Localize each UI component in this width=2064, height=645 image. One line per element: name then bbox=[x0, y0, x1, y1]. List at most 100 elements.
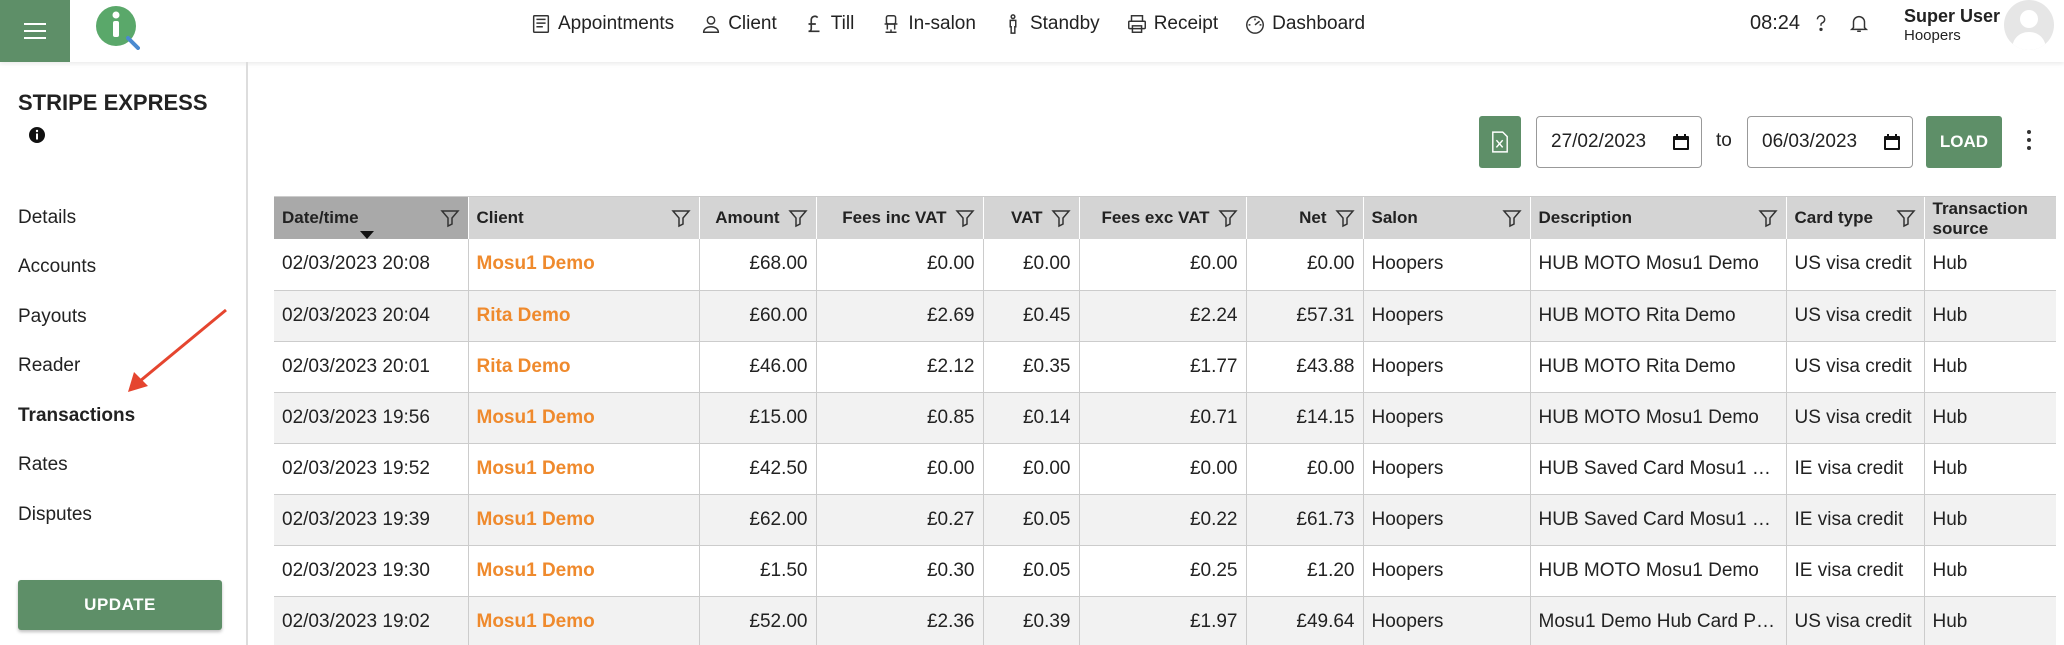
cell-card-type: US visa credit bbox=[1786, 596, 1925, 645]
cell-client[interactable]: Mosu1 Demo bbox=[468, 545, 700, 597]
filter-icon[interactable] bbox=[787, 208, 808, 228]
table-row[interactable]: 02/03/2023 19:02 Mosu1 Demo £52.00 £2.36 £0.… bbox=[274, 596, 2056, 645]
cell-amount: £42.50 bbox=[699, 443, 817, 495]
filter-icon[interactable] bbox=[954, 208, 975, 228]
info-icon[interactable] bbox=[28, 126, 46, 144]
cell-amount: £52.00 bbox=[699, 596, 817, 645]
cell-vat: £0.14 bbox=[983, 392, 1080, 444]
sidebar-item-disputes[interactable]: Disputes bbox=[18, 504, 92, 526]
nav-client[interactable]: Client bbox=[700, 13, 777, 35]
sidebar-item-details[interactable]: Details bbox=[18, 207, 76, 229]
app-logo bbox=[96, 6, 140, 50]
nav-in-salon[interactable]: In-salon bbox=[880, 13, 976, 35]
table-row[interactable]: 02/03/2023 19:39 Mosu1 Demo £62.00 £0.27 £0.… bbox=[274, 494, 2056, 546]
cell-net: £61.73 bbox=[1246, 494, 1364, 546]
cell-salon: Hoopers bbox=[1363, 290, 1531, 342]
nav-standby[interactable]: Standby bbox=[1002, 13, 1100, 35]
update-button[interactable]: UPDATE bbox=[18, 580, 222, 630]
cell-transaction-source: Hub bbox=[1924, 341, 2056, 393]
filter-icon[interactable] bbox=[1757, 208, 1778, 228]
cell-card-type: US visa credit bbox=[1786, 341, 1925, 393]
cell-card-type: IE visa credit bbox=[1786, 494, 1925, 546]
filter-icon[interactable] bbox=[1334, 208, 1355, 228]
column-header-amount[interactable]: Amount bbox=[699, 197, 817, 239]
header-label: Net bbox=[1299, 208, 1327, 227]
table-row[interactable]: 02/03/2023 20:08 Mosu1 Demo £68.00 £0.00 £0.… bbox=[274, 239, 2056, 291]
cell-transaction-source: Hub bbox=[1924, 596, 2056, 645]
cell-client[interactable]: Mosu1 Demo bbox=[468, 443, 700, 495]
sidebar-item-accounts[interactable]: Accounts bbox=[18, 256, 96, 278]
cell-fees-inc-vat: £0.00 bbox=[816, 239, 984, 291]
nav-receipt[interactable]: Receipt bbox=[1126, 13, 1218, 35]
load-button[interactable]: LOAD bbox=[1926, 116, 2002, 168]
nav-till[interactable]: Till bbox=[803, 13, 854, 35]
export-excel-button[interactable] bbox=[1479, 116, 1521, 168]
cell-client[interactable]: Rita Demo bbox=[468, 341, 700, 393]
cell-net: £57.31 bbox=[1246, 290, 1364, 342]
filter-icon[interactable] bbox=[670, 208, 691, 228]
menu-button[interactable] bbox=[0, 0, 70, 62]
cell-client[interactable]: Mosu1 Demo bbox=[468, 494, 700, 546]
filter-icon[interactable] bbox=[1895, 208, 1916, 228]
sidebar-item-rates[interactable]: Rates bbox=[18, 454, 68, 476]
table-row[interactable]: 02/03/2023 19:30 Mosu1 Demo £1.50 £0.30 £0.0… bbox=[274, 545, 2056, 597]
nav-appointments[interactable]: Appointments bbox=[530, 13, 674, 35]
cell-client[interactable]: Mosu1 Demo bbox=[468, 392, 700, 444]
column-header-transaction-source[interactable]: Transaction source bbox=[1924, 197, 2056, 239]
calendar-icon[interactable] bbox=[1882, 132, 1902, 152]
cell-client[interactable]: Rita Demo bbox=[468, 290, 700, 342]
cell-fees-exc-vat: £1.97 bbox=[1079, 596, 1247, 645]
column-header-salon[interactable]: Salon bbox=[1363, 197, 1531, 239]
table-row[interactable]: 02/03/2023 20:01 Rita Demo £46.00 £2.12 £0.3… bbox=[274, 341, 2056, 393]
standing-person-icon bbox=[1009, 14, 1017, 34]
column-header-client[interactable]: Client bbox=[468, 197, 700, 239]
cell-description: HUB Saved Card Mosu1 Demo bbox=[1530, 443, 1787, 495]
user-salon: Hoopers bbox=[1904, 27, 1961, 44]
column-header-datetime[interactable]: Date/time bbox=[274, 197, 469, 239]
date-from-input[interactable]: 27/02/2023 bbox=[1536, 116, 1702, 168]
sidebar-item-reader[interactable]: Reader bbox=[18, 355, 80, 377]
bell-icon[interactable] bbox=[1848, 12, 1870, 34]
calendar-icon[interactable] bbox=[1671, 132, 1691, 152]
sidebar-item-payouts[interactable]: Payouts bbox=[18, 306, 87, 328]
cell-fees-exc-vat: £0.71 bbox=[1079, 392, 1247, 444]
cell-datetime: 02/03/2023 20:08 bbox=[274, 239, 469, 291]
sidebar-item-transactions[interactable]: Transactions bbox=[18, 405, 135, 427]
avatar[interactable] bbox=[2004, 0, 2054, 50]
cell-client[interactable]: Mosu1 Demo bbox=[468, 596, 700, 645]
nav-dashboard[interactable]: Dashboard bbox=[1244, 13, 1365, 35]
filter-icon[interactable] bbox=[1217, 208, 1238, 228]
user-name[interactable]: Super User bbox=[1904, 6, 2000, 27]
cell-client[interactable]: Mosu1 Demo bbox=[468, 239, 700, 291]
cell-datetime: 02/03/2023 19:39 bbox=[274, 494, 469, 546]
column-header-vat[interactable]: VAT bbox=[983, 197, 1080, 239]
cell-fees-exc-vat: £0.22 bbox=[1079, 494, 1247, 546]
cell-description: HUB MOTO Rita Demo bbox=[1530, 341, 1787, 393]
nav-label: Client bbox=[728, 13, 777, 34]
column-header-card-type[interactable]: Card type bbox=[1786, 197, 1925, 239]
column-header-net[interactable]: Net bbox=[1246, 197, 1364, 239]
cell-vat: £0.05 bbox=[983, 545, 1080, 597]
question-icon[interactable] bbox=[1810, 12, 1832, 34]
column-header-description[interactable]: Description bbox=[1530, 197, 1787, 239]
table-row[interactable]: 02/03/2023 19:56 Mosu1 Demo £15.00 £0.85 £0.… bbox=[274, 392, 2056, 444]
more-options-icon[interactable] bbox=[2024, 128, 2034, 152]
chair-icon bbox=[884, 15, 898, 33]
cell-salon: Hoopers bbox=[1363, 596, 1531, 645]
transactions-grid: Date/time Client Amount Fees inc VAT VAT… bbox=[274, 196, 2056, 645]
table-row[interactable]: 02/03/2023 19:52 Mosu1 Demo £42.50 £0.00 £0.… bbox=[274, 443, 2056, 495]
table-row[interactable]: 02/03/2023 20:04 Rita Demo £60.00 £2.69 £0.4… bbox=[274, 290, 2056, 342]
cell-salon: Hoopers bbox=[1363, 239, 1531, 291]
main-nav: Appointments Client Till In-salon Standb… bbox=[530, 0, 1365, 48]
cell-vat: £0.35 bbox=[983, 341, 1080, 393]
column-header-fees-inc-vat[interactable]: Fees inc VAT bbox=[816, 197, 984, 239]
cell-vat: £0.00 bbox=[983, 443, 1080, 495]
header-label: Date/time bbox=[282, 208, 359, 227]
filter-icon[interactable] bbox=[1050, 208, 1071, 228]
filter-icon[interactable] bbox=[439, 208, 460, 228]
filter-icon[interactable] bbox=[1501, 208, 1522, 228]
nav-label: Dashboard bbox=[1272, 13, 1366, 34]
column-header-fees-exc-vat[interactable]: Fees exc VAT bbox=[1079, 197, 1247, 239]
date-to-input[interactable]: 06/03/2023 bbox=[1747, 116, 1913, 168]
cell-salon: Hoopers bbox=[1363, 443, 1531, 495]
